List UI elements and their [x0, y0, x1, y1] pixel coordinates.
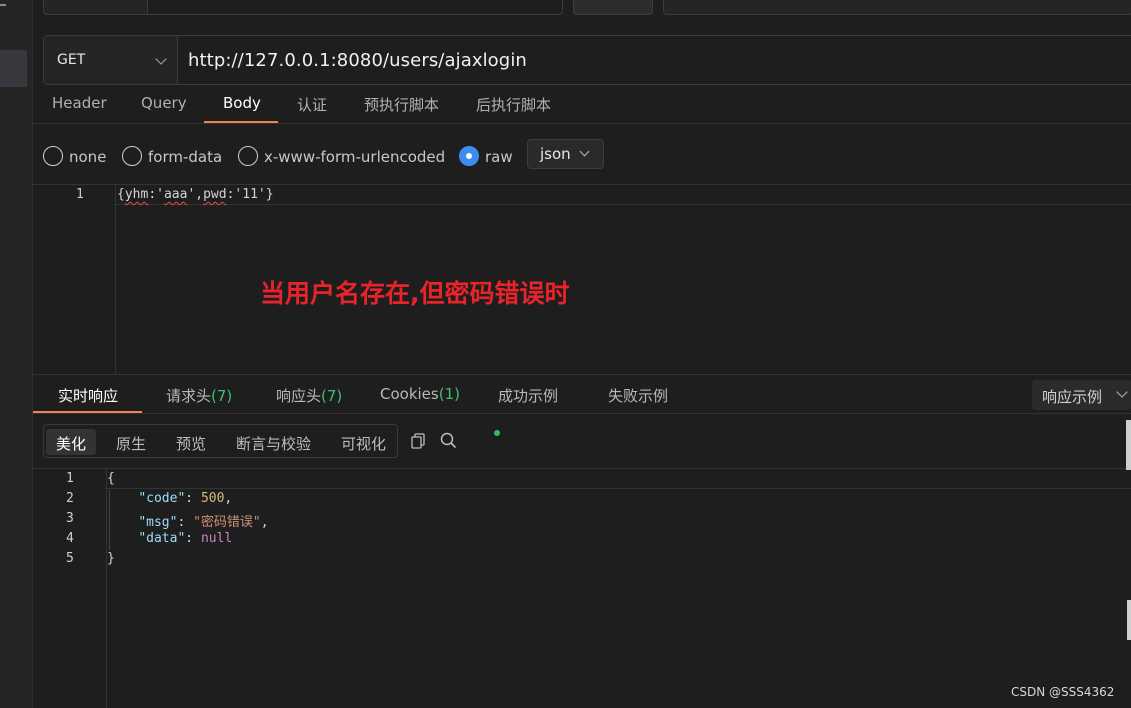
chevron-down-icon: [579, 146, 590, 157]
tab-post-script[interactable]: 后执行脚本: [476, 94, 551, 115]
view-assertions[interactable]: 断言与校验: [226, 429, 500, 455]
tab-response-headers[interactable]: 响应头(7): [276, 385, 342, 406]
current-line-border: [116, 204, 1131, 205]
view-mode-bar: 美化 原生 预览 断言与校验 可视化: [43, 424, 500, 458]
json-open-brace: {: [107, 471, 115, 486]
response-tabs: 实时响应 请求头(7) 响应头(7) Cookies(1) 成功示例 失败示例 …: [33, 374, 1131, 414]
radio-raw[interactable]: [459, 146, 479, 166]
url-input[interactable]: http://127.0.0.1:8080/users/ajaxlogin: [178, 50, 527, 71]
radio-urlencoded[interactable]: [238, 146, 258, 166]
response-example-label: 响应示例: [1042, 388, 1103, 406]
body-format-select[interactable]: json: [527, 139, 604, 169]
view-visualize[interactable]: 可视化: [331, 429, 396, 455]
current-line-border: [107, 488, 1131, 489]
scrollbar-fragment[interactable]: [1126, 420, 1131, 470]
editor-gutter: 1 2 3 4 5: [33, 469, 107, 708]
tab-query[interactable]: Query: [141, 94, 187, 112]
view-beautify[interactable]: 美化: [46, 429, 97, 455]
tab-body[interactable]: Body: [223, 94, 261, 112]
radio-none[interactable]: [43, 146, 63, 166]
response-body-viewer[interactable]: 1 2 3 4 5 { "code": 500, "msg": "密码错误", …: [33, 468, 1131, 708]
json-line-data: "data": null: [138, 531, 233, 546]
view-raw[interactable]: 原生: [106, 429, 156, 455]
line-number: 1: [76, 187, 84, 202]
body-type-selector: none form-data x-www-form-urlencoded raw…: [43, 139, 643, 172]
request-body-code: {yhm:'aaa',pwd:'11'}: [117, 187, 274, 202]
radio-raw-label: raw: [485, 148, 513, 166]
radio-form-data-label: form-data: [148, 148, 223, 166]
radio-form-data[interactable]: [122, 146, 142, 166]
api-name-field[interactable]: [147, 0, 563, 15]
api-doc-button[interactable]: [573, 0, 653, 15]
radio-none-label: none: [69, 148, 107, 166]
method-select[interactable]: GET: [44, 36, 178, 84]
tab-request-headers[interactable]: 请求头(7): [166, 385, 232, 406]
search-icon[interactable]: [440, 432, 457, 449]
chevron-down-icon: [1116, 386, 1128, 398]
top-toolbar: [33, 0, 1131, 22]
radio-urlencoded-label: x-www-form-urlencoded: [264, 148, 446, 166]
action-toolbar[interactable]: [663, 0, 1131, 15]
json-close-brace: }: [107, 551, 115, 566]
active-tab-indicator: [204, 121, 278, 123]
view-preview[interactable]: 预览: [166, 429, 216, 455]
status-dot: [494, 430, 500, 436]
chevron-down-icon: [155, 53, 167, 65]
line-number: 2: [66, 491, 74, 506]
tab-realtime-response[interactable]: 实时响应: [58, 385, 118, 406]
active-tab-indicator: [33, 411, 142, 413]
line-number: 3: [66, 511, 74, 526]
copy-icon[interactable]: [411, 433, 425, 449]
response-example-select[interactable]: 响应示例: [1032, 380, 1131, 410]
sidebar-mark: [0, 4, 6, 6]
editor-gutter: 1: [33, 185, 116, 375]
tab-fail-example[interactable]: 失败示例: [608, 385, 668, 406]
tab-header[interactable]: Header: [52, 94, 107, 112]
json-line-code: "code": 500,: [138, 491, 233, 506]
annotation-text: 当用户名存在,但密码错误时: [260, 279, 570, 308]
body-format-label: json: [540, 145, 571, 163]
tab-pre-script[interactable]: 预执行脚本: [364, 94, 439, 115]
method-label: GET: [57, 52, 86, 68]
line-number: 1: [66, 471, 74, 486]
watermark: CSDN @SSS4362: [1011, 685, 1115, 699]
request-body-editor[interactable]: 1 {yhm:'aaa',pwd:'11'} 当用户名存在,但密码错误时: [33, 184, 1131, 375]
line-number: 4: [66, 531, 74, 546]
request-tabs: Header Query Body 认证 预执行脚本 后执行脚本: [33, 85, 1131, 124]
left-sidebar: [0, 0, 33, 708]
json-line-msg: "msg": "密码错误",: [138, 515, 269, 530]
line-number: 5: [66, 551, 74, 566]
tab-auth[interactable]: 认证: [297, 94, 327, 115]
url-bar: GET http://127.0.0.1:8080/users/ajaxlogi…: [43, 35, 1131, 85]
tab-cookies[interactable]: Cookies(1): [380, 385, 460, 403]
tab-success-example[interactable]: 成功示例: [498, 385, 558, 406]
sidebar-selected-item[interactable]: [0, 50, 27, 87]
scrollbar-fragment[interactable]: [1127, 600, 1131, 640]
